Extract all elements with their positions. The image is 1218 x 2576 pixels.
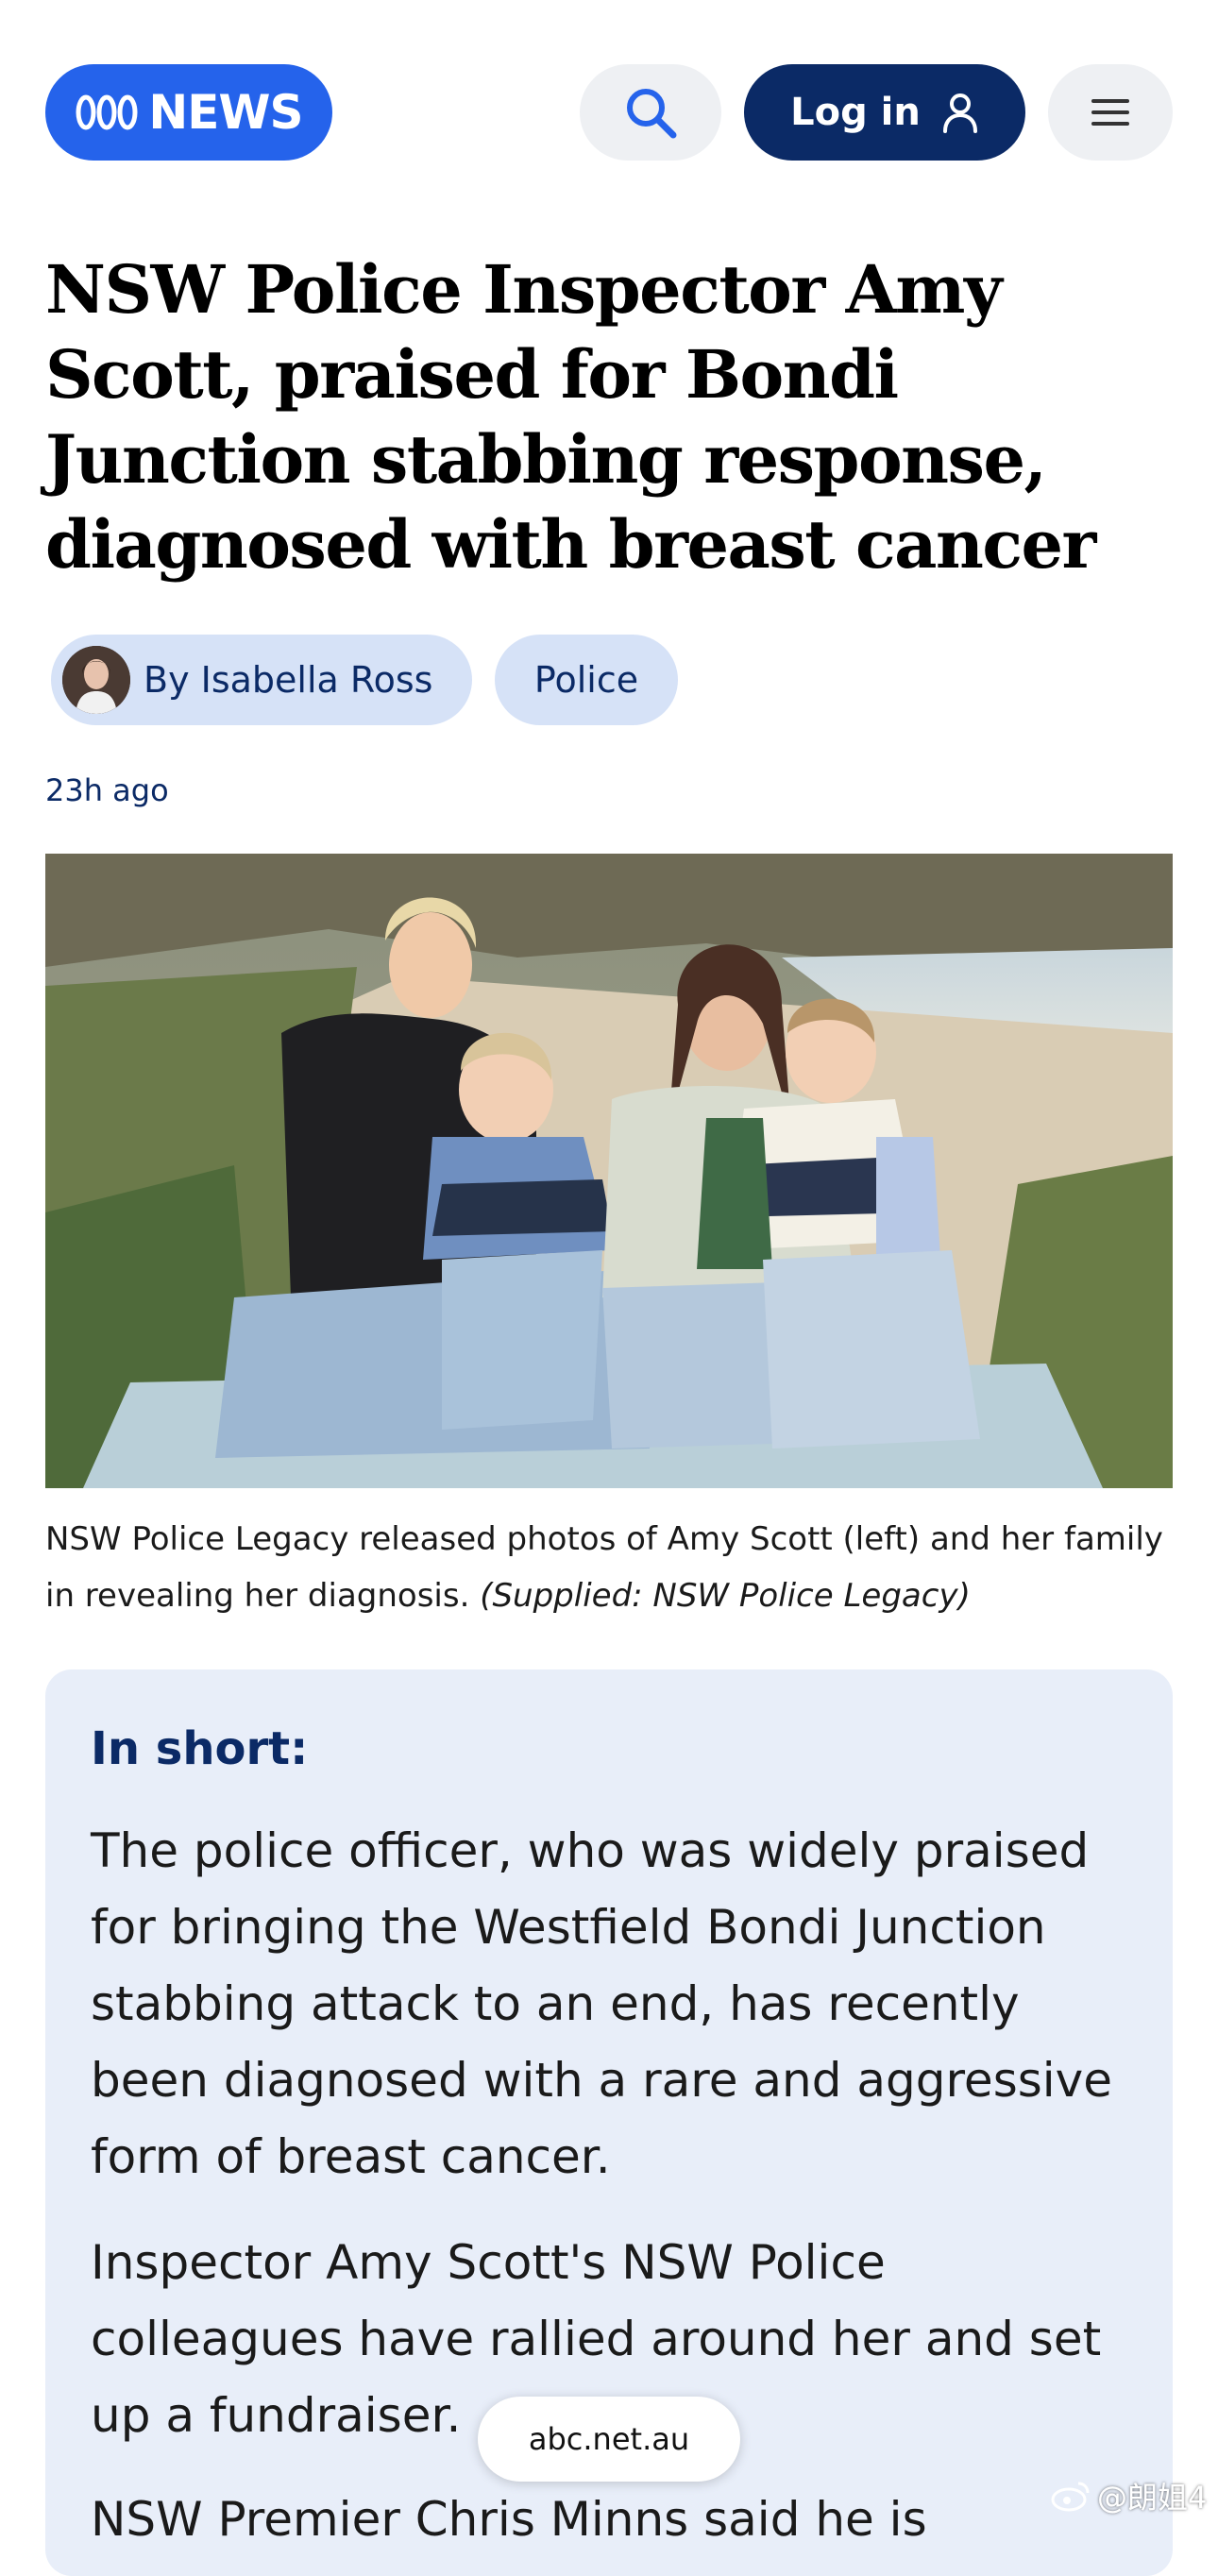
caption-credit: (Supplied: NSW Police Legacy) [480, 1577, 971, 1615]
menu-button[interactable] [1048, 64, 1173, 161]
published-time: 23h ago [45, 772, 169, 808]
topic-chip-police[interactable]: Police [495, 635, 678, 725]
in-short-heading: In short: [91, 1722, 309, 1775]
logo-text: NEWS [148, 85, 303, 140]
browser-url-pill[interactable]: abc.net.au [478, 2397, 740, 2482]
author-name: By Isabella Ross [144, 659, 433, 701]
search-button[interactable] [580, 64, 721, 161]
author-avatar [62, 646, 130, 714]
site-header: NEWS Log in [0, 0, 1218, 189]
search-icon [627, 89, 677, 139]
hero-photo [45, 854, 1173, 1488]
in-short-paragraph-3: NSW Premier Chris Minns said he is [91, 2492, 927, 2547]
watermark-text: @朗姐4 [1097, 2480, 1208, 2516]
login-button[interactable]: Log in [744, 64, 1025, 161]
topic-label: Police [533, 659, 639, 701]
hamburger-menu-icon [1091, 99, 1129, 126]
watermark: @朗姐4 [1050, 2474, 1207, 2517]
abc-logo-icon [76, 94, 138, 130]
abc-news-logo[interactable]: NEWS [45, 64, 332, 161]
author-chip[interactable]: By Isabella Ross [51, 635, 472, 725]
login-label: Log in [790, 91, 921, 134]
weibo-icon [1051, 2482, 1090, 2512]
user-icon [942, 93, 977, 133]
article-headline: NSW Police Inspector Amy Scott, praised … [45, 250, 1096, 584]
photo-caption: NSW Police Legacy released photos of Amy… [45, 1511, 1178, 1624]
in-short-paragraph-1: The police officer, who was widely prais… [91, 1823, 1113, 2184]
